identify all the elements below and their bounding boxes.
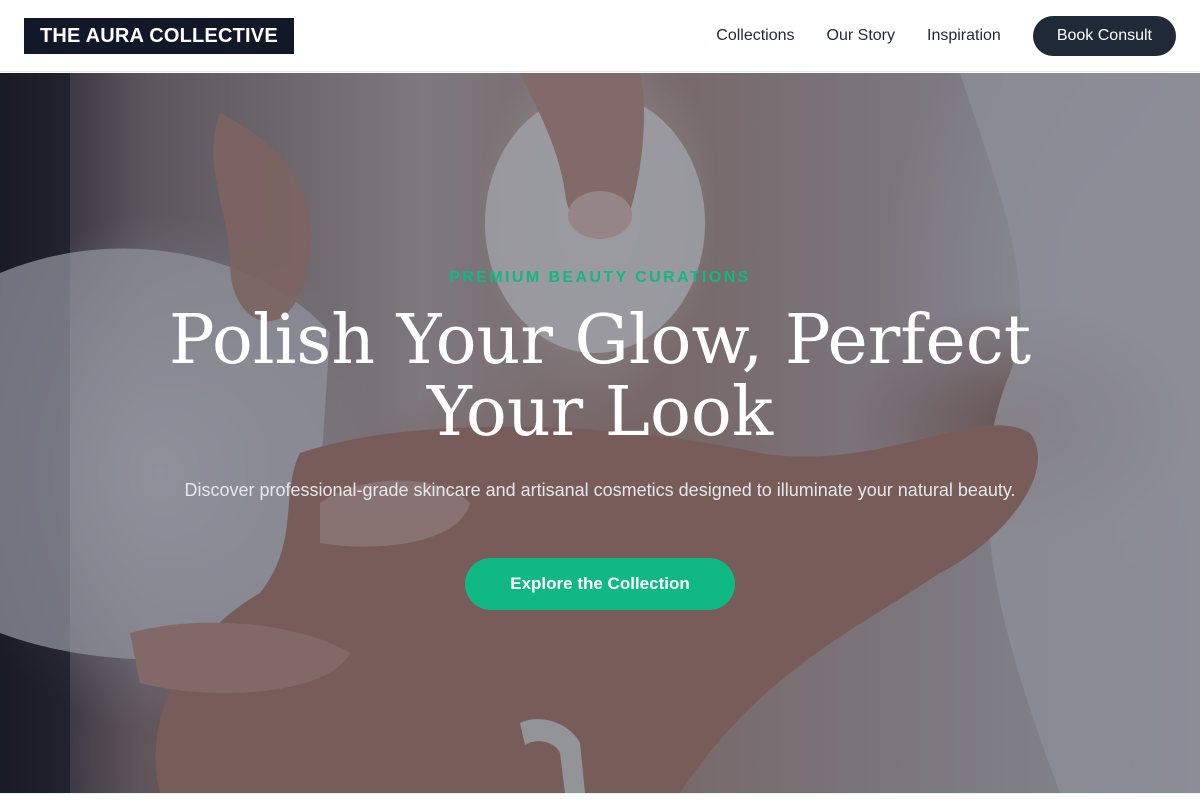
section-divider: [0, 793, 1200, 800]
nav-link-collections[interactable]: Collections: [716, 27, 794, 45]
explore-collection-button[interactable]: Explore the Collection: [465, 558, 735, 610]
hero-subhead: Discover professional-grade skincare and…: [184, 480, 1016, 500]
brand-logo[interactable]: THE AURA COLLECTIVE: [24, 17, 294, 54]
hero-headline: Polish Your Glow, Perfect Your Look: [168, 301, 1032, 452]
hero-section: PREMIUM BEAUTY CURATIONS Polish Your Glo…: [0, 73, 1200, 793]
main-nav: Collections Our Story Inspiration Book C…: [716, 15, 1176, 56]
nav-link-our-story[interactable]: Our Story: [827, 27, 895, 45]
hero-eyebrow: PREMIUM BEAUTY CURATIONS: [449, 269, 751, 286]
site-header: THE AURA COLLECTIVE Collections Our Stor…: [0, 0, 1200, 72]
hero-content: PREMIUM BEAUTY CURATIONS Polish Your Glo…: [0, 73, 1200, 793]
nav-link-inspiration[interactable]: Inspiration: [927, 27, 1001, 45]
book-consult-button[interactable]: Book Consult: [1032, 15, 1176, 56]
